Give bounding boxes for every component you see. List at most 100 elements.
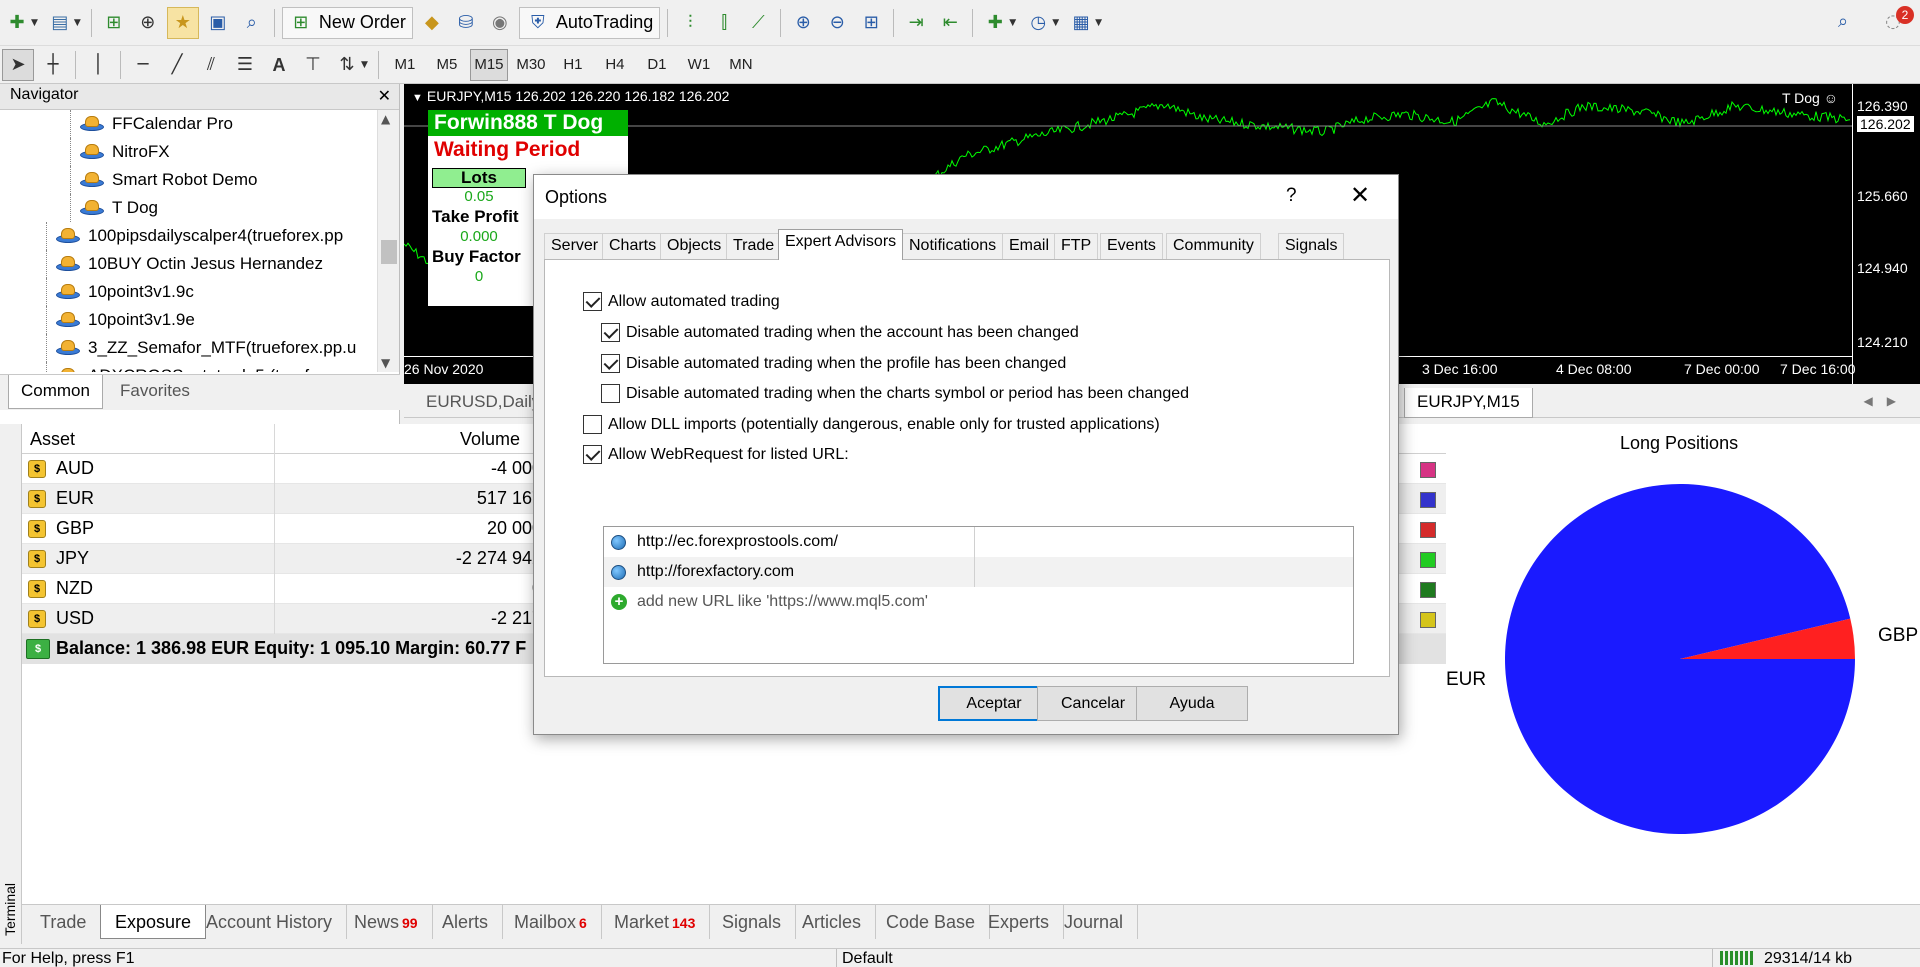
profiles-button[interactable]: ▤ ▼	[45, 7, 84, 39]
timeframe-m1[interactable]: M1	[386, 49, 424, 81]
chart-shift-button[interactable]: ⇤	[935, 7, 965, 39]
tile-windows-button[interactable]: ⊞	[856, 7, 886, 39]
crosshair-tool[interactable]: ┼	[38, 49, 68, 81]
dialog-tab-trade[interactable]: Trade	[726, 233, 782, 259]
dialog-tab-notifications[interactable]: Notifications	[902, 233, 1004, 259]
help-icon[interactable]: ?	[1286, 185, 1297, 207]
zoom-in-button[interactable]: ⊕	[788, 7, 818, 39]
indicators-button[interactable]: ✚ ▼	[980, 7, 1019, 39]
timeframe-m15[interactable]: M15	[469, 48, 508, 81]
tab-favorites[interactable]: Favorites	[108, 375, 202, 409]
checkbox[interactable]	[583, 292, 602, 311]
navigator-item[interactable]: Smart Robot Demo	[0, 166, 378, 194]
line-chart-button[interactable]: ⟋	[743, 7, 773, 39]
option-row[interactable]: Disable automated trading when the chart…	[601, 384, 1189, 403]
tab-articles[interactable]: Articles	[788, 905, 877, 939]
timeframe-d1[interactable]: D1	[638, 49, 676, 81]
add-url-row[interactable]: + add new URL like 'https://www.mql5.com…	[604, 587, 1353, 617]
url-row[interactable]: http://forexfactory.com	[604, 557, 1353, 587]
tab-alerts[interactable]: Alerts	[428, 905, 504, 939]
checkbox[interactable]	[601, 354, 620, 373]
notifications-button[interactable]: ◌ 2	[1878, 6, 1914, 38]
strategy-tester-button[interactable]: ⌕	[237, 7, 267, 39]
close-icon[interactable]: ✕	[1350, 181, 1370, 210]
equidistant-channel-tool[interactable]: ⫽	[196, 49, 226, 81]
tab-market[interactable]: Market 143	[600, 905, 711, 939]
text-label-tool[interactable]: ⊤	[298, 49, 328, 81]
arrows-tool[interactable]: ⇅ ▼	[332, 49, 371, 81]
navigator-scrollbar[interactable]: ▲ ▼	[377, 110, 399, 372]
column-header-asset[interactable]: Asset	[30, 429, 75, 450]
text-tool[interactable]: A	[264, 49, 294, 81]
url-text[interactable]: http://forexfactory.com	[637, 563, 794, 581]
checkbox[interactable]	[601, 384, 620, 403]
option-row[interactable]: Allow WebRequest for listed URL:	[583, 445, 849, 464]
zoom-out-button[interactable]: ⊖	[822, 7, 852, 39]
column-header-volume[interactable]: Volume	[460, 429, 520, 450]
scrollbar-thumb[interactable]	[381, 240, 397, 264]
dialog-tab-community[interactable]: Community	[1166, 233, 1261, 259]
cursor-tool[interactable]: ➤	[2, 48, 34, 81]
tab-account-history[interactable]: Account History	[192, 905, 348, 939]
option-row[interactable]: Allow DLL imports (potentially dangerous…	[583, 415, 1160, 434]
fibonacci-tool[interactable]: ☰	[230, 49, 260, 81]
timeframe-h4[interactable]: H4	[596, 49, 634, 81]
tab-news[interactable]: News 99	[340, 905, 433, 939]
dialog-tab-charts[interactable]: Charts	[602, 233, 664, 259]
timeframe-mn[interactable]: MN	[722, 49, 760, 81]
cancel-button[interactable]: Cancelar	[1037, 686, 1149, 721]
ok-button[interactable]: Aceptar	[938, 686, 1050, 721]
option-row[interactable]: Disable automated trading when the accou…	[601, 323, 1079, 342]
navigator-item[interactable]: T Dog	[0, 194, 378, 222]
navigator-item[interactable]: 10point3v1.9e	[0, 306, 378, 334]
templates-button[interactable]: ▦ ▼	[1066, 7, 1105, 39]
tab-mailbox[interactable]: Mailbox 6	[500, 905, 602, 939]
navigator-item[interactable]: ADXCROSSautotrade5 (trueforex	[0, 362, 378, 372]
chart-tab-eurusd[interactable]: EURUSD,Daily	[414, 388, 552, 418]
checkbox[interactable]	[583, 445, 602, 464]
navigator-item[interactable]: FFCalendar Pro	[0, 110, 378, 138]
help-button[interactable]: Ayuda	[1136, 686, 1248, 721]
tab-common[interactable]: Common	[8, 375, 103, 409]
chart-tab-eurjpy[interactable]: EURJPY,M15	[1404, 388, 1533, 418]
timeframe-m30[interactable]: M30	[512, 49, 550, 81]
dialog-tab-signals[interactable]: Signals	[1278, 233, 1345, 259]
data-window-button[interactable]: ⊕	[133, 7, 163, 39]
url-row[interactable]: http://ec.forexprostools.com/	[604, 527, 1353, 557]
trendline-tool[interactable]: ╱	[162, 49, 192, 81]
navigator-item[interactable]: 100pipsdailyscalper4(trueforex.pp	[0, 222, 378, 250]
dialog-tab-objects[interactable]: Objects	[660, 233, 729, 259]
tab-journal[interactable]: Journal	[1050, 905, 1139, 939]
market-watch-button[interactable]: ⊞	[99, 7, 129, 39]
horizontal-line-tool[interactable]: ─	[128, 49, 158, 81]
navigator-button[interactable]: ★	[166, 6, 199, 39]
close-icon[interactable]: ✕	[378, 86, 391, 106]
autotrading-button[interactable]: ⛨ AutoTrading	[518, 6, 661, 39]
checkbox[interactable]	[583, 415, 602, 434]
metaeditor-button[interactable]: ◆	[417, 7, 447, 39]
terminal-button[interactable]: ▣	[203, 7, 233, 39]
url-list[interactable]: http://ec.forexprostools.com/ http://for…	[603, 526, 1354, 664]
chevron-down-icon[interactable]: ▼	[381, 356, 390, 370]
new-chart-button[interactable]: ✚ ▼	[2, 7, 41, 39]
timeframe-m5[interactable]: M5	[428, 49, 466, 81]
candlestick-button[interactable]: ⫿	[709, 7, 739, 39]
dialog-tab-events[interactable]: Events	[1100, 233, 1163, 259]
option-row[interactable]: Allow automated trading	[583, 292, 780, 311]
navigator-item[interactable]: 10BUY Octin Jesus Hernandez	[0, 250, 378, 278]
signals-button[interactable]: ◉	[485, 7, 515, 39]
auto-scroll-button[interactable]: ⇥	[901, 7, 931, 39]
vertical-line-tool[interactable]: │	[83, 49, 113, 81]
option-row[interactable]: Disable automated trading when the profi…	[601, 354, 1066, 373]
search-button[interactable]: ⌕	[1828, 6, 1858, 38]
chevron-up-icon[interactable]: ▲	[381, 112, 390, 126]
dialog-tab-server[interactable]: Server	[544, 233, 606, 259]
timeframe-h1[interactable]: H1	[554, 49, 592, 81]
metaquotes-market-button[interactable]: ⛁	[451, 7, 481, 39]
navigator-item[interactable]: 10point3v1.9c	[0, 278, 378, 306]
timeframe-w1[interactable]: W1	[680, 49, 718, 81]
tab-scroll-arrows-icon[interactable]: ◀▶	[1864, 394, 1910, 408]
tab-exposure[interactable]: Exposure	[100, 905, 207, 939]
navigator-item[interactable]: NitroFX	[0, 138, 378, 166]
url-text[interactable]: http://ec.forexprostools.com/	[637, 533, 838, 551]
